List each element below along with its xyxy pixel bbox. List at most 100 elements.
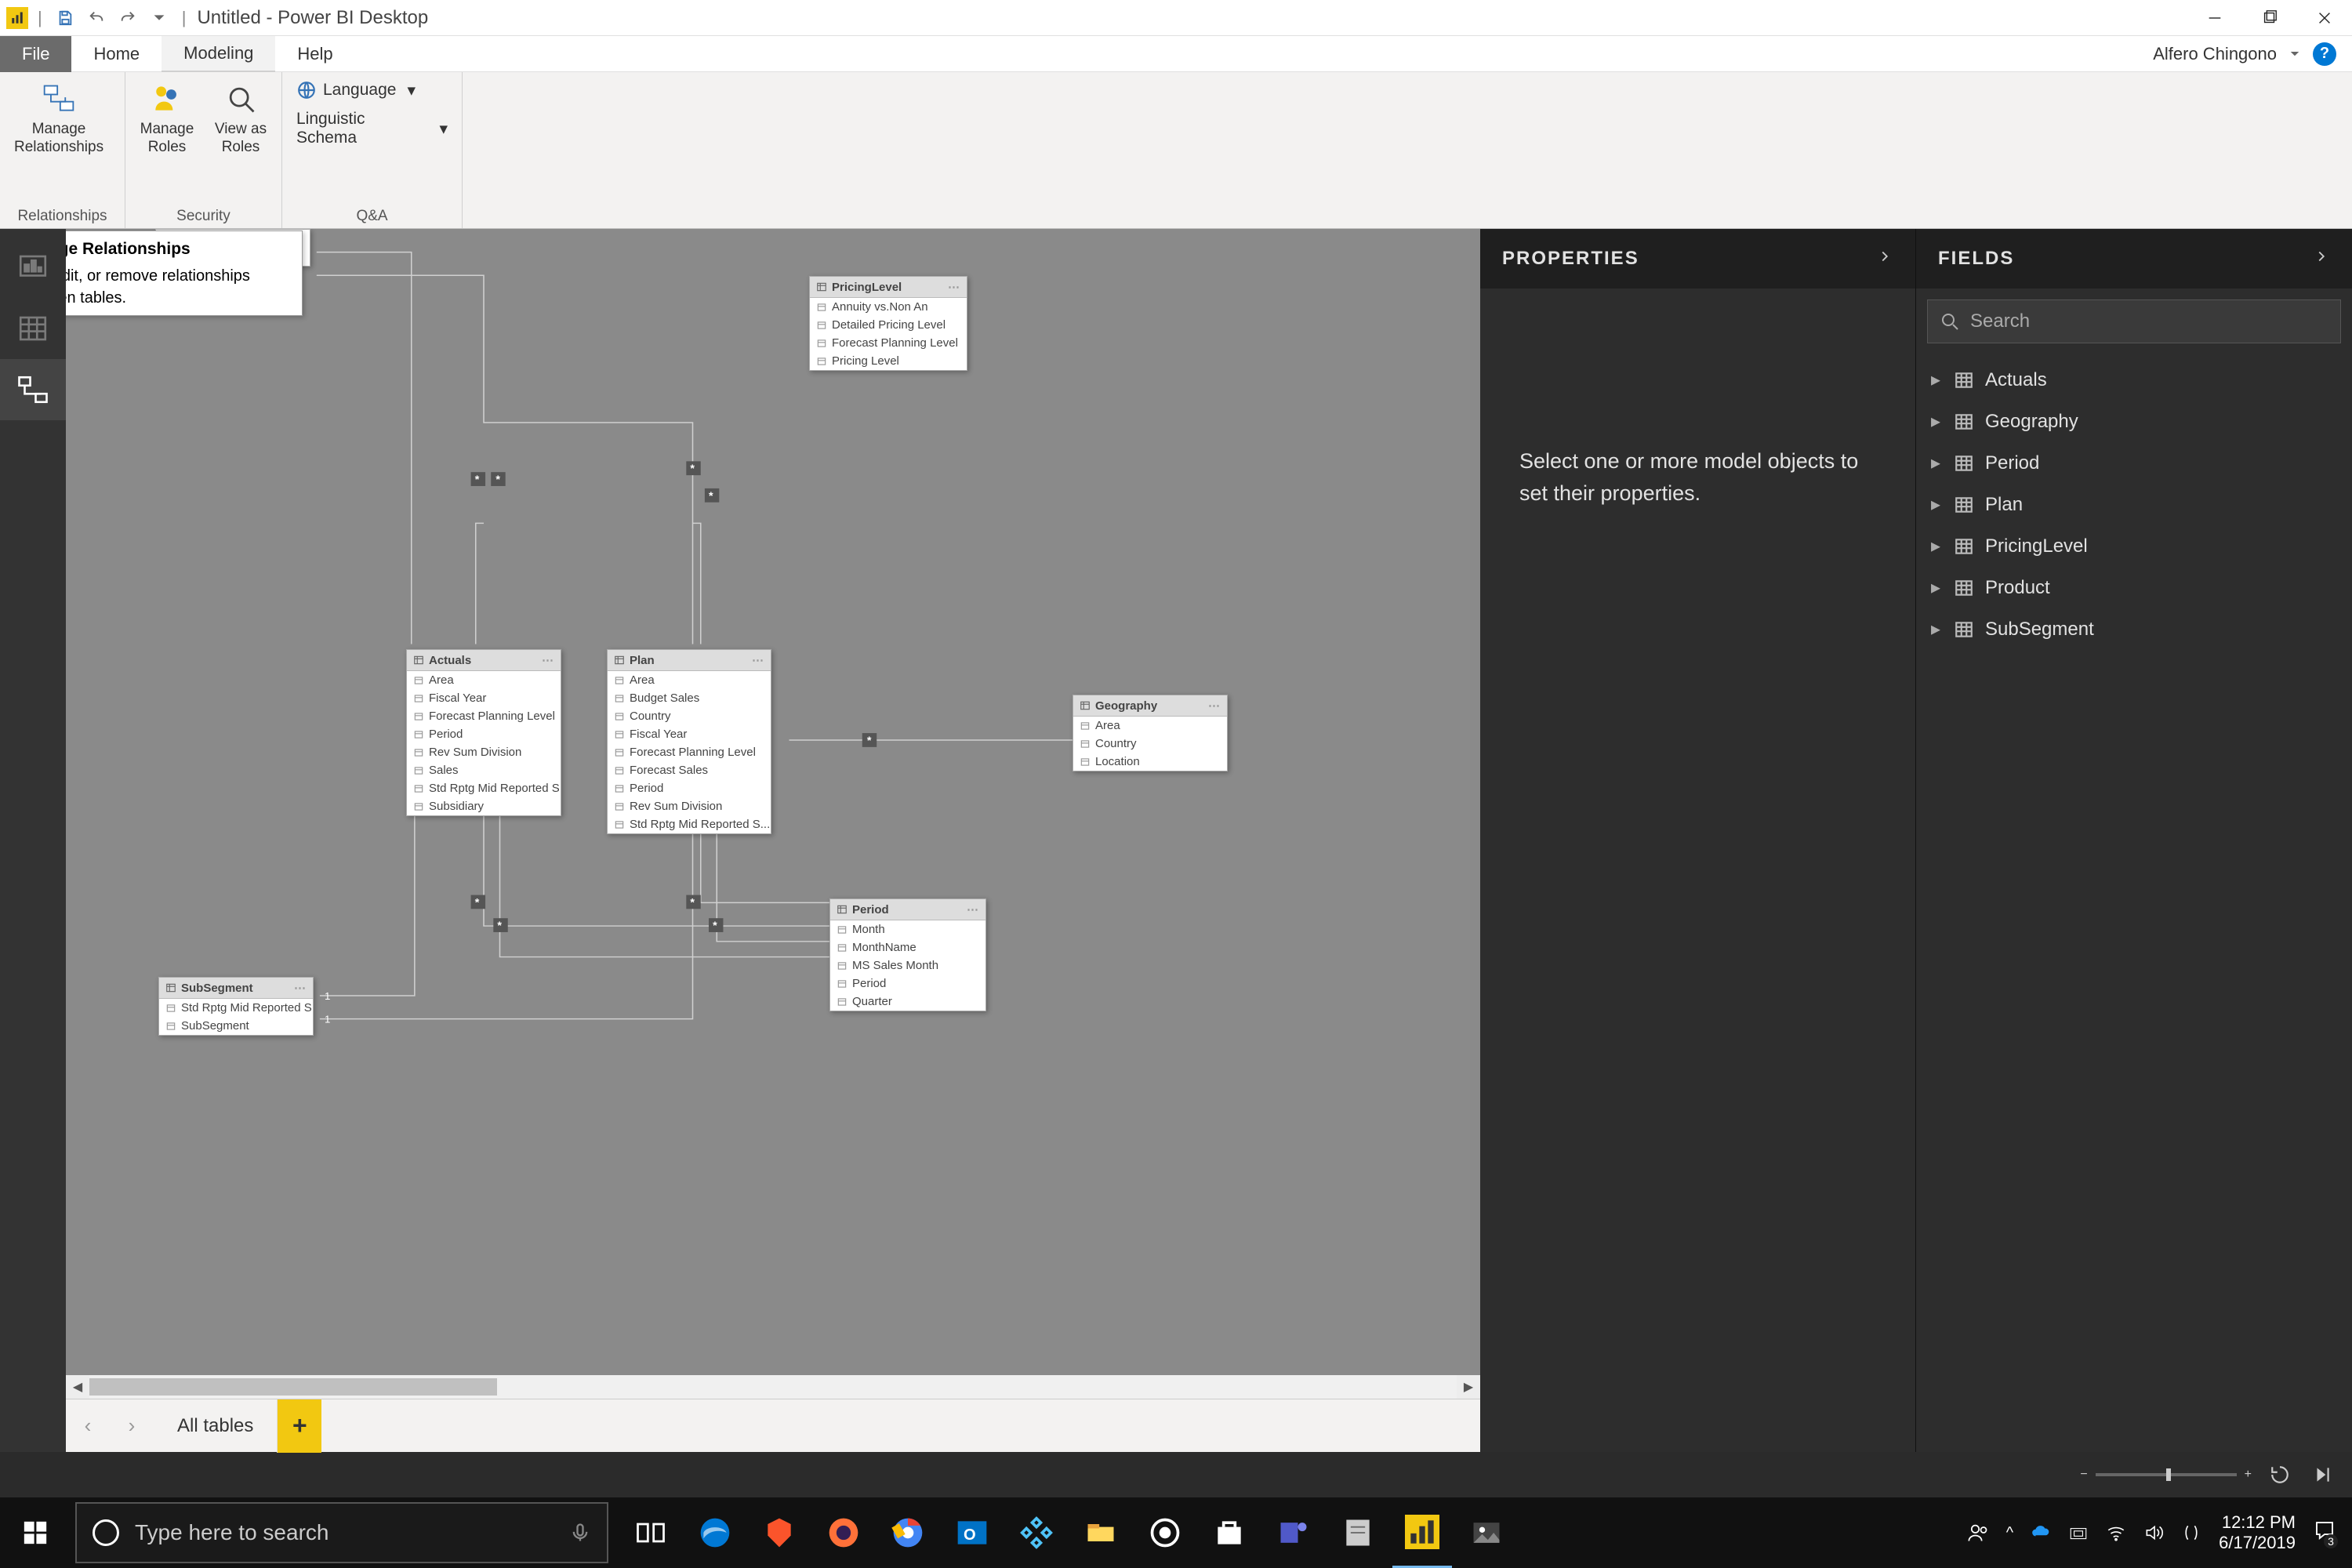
chrome-icon[interactable]	[878, 1497, 938, 1568]
table-PricingLevel[interactable]: PricingLevel⋯Annuity vs.Non AnDetailed P…	[809, 276, 967, 371]
menu-tabs: File Home Modeling Help Alfero Chingono …	[0, 36, 2352, 72]
mic-icon[interactable]	[569, 1522, 591, 1544]
view-as-roles-button[interactable]: View as Roles	[207, 77, 274, 160]
app-generic-icon[interactable]	[1007, 1497, 1066, 1568]
qat-customize[interactable]	[146, 5, 172, 31]
input-icon[interactable]	[2181, 1523, 2201, 1543]
tab-home[interactable]: Home	[71, 36, 162, 72]
onedrive-icon[interactable]	[2031, 1523, 2051, 1543]
ribbon-group-relationships: Relationships	[0, 205, 125, 228]
fields-panel: FIELDS Search ▸Actuals▸Geography▸Period▸…	[1916, 229, 2352, 1452]
reset-zoom-button[interactable]	[2266, 1461, 2294, 1489]
field-table-geography[interactable]: ▸Geography	[1924, 401, 2344, 442]
titlebar: | | Untitled - Power BI Desktop	[0, 0, 2352, 36]
settings-icon[interactable]	[1135, 1497, 1195, 1568]
field-table-period[interactable]: ▸Period	[1924, 442, 2344, 484]
svg-text:*: *	[690, 896, 695, 909]
wifi-icon[interactable]	[2106, 1523, 2126, 1543]
people-icon[interactable]	[1967, 1522, 1989, 1544]
app-logo	[6, 7, 28, 29]
field-table-pricinglevel[interactable]: ▸PricingLevel	[1924, 525, 2344, 567]
table-Period[interactable]: Period⋯MonthMonthNameMS Sales MonthPerio…	[829, 898, 986, 1011]
svg-text:*: *	[475, 896, 480, 909]
help-button[interactable]: ?	[2313, 42, 2336, 66]
fit-to-screen-button[interactable]	[2308, 1461, 2336, 1489]
field-table-plan[interactable]: ▸Plan	[1924, 484, 2344, 525]
manage-relationships-button[interactable]: Manage Relationships	[8, 77, 110, 160]
close-button[interactable]	[2297, 0, 2352, 36]
fields-header[interactable]: FIELDS	[1916, 229, 2352, 289]
firefox-icon[interactable]	[814, 1497, 873, 1568]
data-view-button[interactable]	[0, 298, 66, 359]
svg-text:*: *	[709, 489, 713, 502]
table-Plan[interactable]: Plan⋯AreaBudget SalesCountryFiscal YearF…	[607, 649, 771, 834]
collapse-icon[interactable]	[1876, 248, 1893, 270]
taskbar-clock[interactable]: 12:12 PM 6/17/2019	[2219, 1512, 2296, 1554]
language-dropdown[interactable]: Language ▾	[292, 77, 452, 103]
edge-icon[interactable]	[685, 1497, 745, 1568]
properties-header[interactable]: PROPERTIES	[1480, 229, 1915, 289]
user-chevron-icon[interactable]	[2288, 47, 2302, 61]
svg-text:*: *	[497, 919, 502, 931]
qat-divider: |	[38, 8, 42, 28]
tab-next[interactable]: ›	[110, 1399, 154, 1453]
tab-all-tables[interactable]: All tables	[154, 1399, 278, 1453]
field-table-actuals[interactable]: ▸Actuals	[1924, 359, 2344, 401]
tab-prev[interactable]: ‹	[66, 1399, 110, 1453]
properties-empty-message: Select one or more model objects to set …	[1502, 445, 1893, 509]
svg-text:O: O	[964, 1526, 976, 1544]
store-icon[interactable]	[1200, 1497, 1259, 1568]
model-canvas[interactable]: Manage Relationships Add, edit, or remov…	[66, 229, 1480, 1375]
fields-search[interactable]: Search	[1927, 299, 2341, 343]
maximize-button[interactable]	[2242, 0, 2297, 36]
redo-button[interactable]	[114, 5, 141, 31]
scroll-left-icon[interactable]: ◀	[66, 1375, 89, 1399]
svg-text:*: *	[713, 919, 717, 931]
ribbon-group-security: Security	[125, 205, 281, 228]
relationship-lines: * * * * * * * * * 111 11 11	[66, 229, 1480, 1375]
model-view-button[interactable]	[0, 359, 66, 420]
file-explorer-icon[interactable]	[1071, 1497, 1131, 1568]
save-button[interactable]	[52, 5, 78, 31]
photos-icon[interactable]	[1457, 1497, 1516, 1568]
ribbon: Manage Relationships Relationships Manag…	[0, 72, 2352, 229]
zoom-control[interactable]: − +	[2080, 1468, 2252, 1482]
start-button[interactable]	[0, 1497, 71, 1568]
minimize-button[interactable]	[2187, 0, 2242, 36]
search-placeholder: Search	[1970, 310, 2030, 332]
ribbon-group-qa: Q&A	[282, 205, 462, 228]
table-SubSegment[interactable]: SubSegment⋯Std Rptg Mid Reported S...Sub…	[158, 977, 314, 1036]
undo-button[interactable]	[83, 5, 110, 31]
title-divider: |	[182, 8, 187, 28]
notes-icon[interactable]	[1328, 1497, 1388, 1568]
brave-icon[interactable]	[750, 1497, 809, 1568]
tray-chevron-icon[interactable]: ^	[2006, 1524, 2013, 1542]
manage-roles-button[interactable]: Manage Roles	[133, 77, 201, 160]
tab-modeling[interactable]: Modeling	[162, 36, 275, 72]
table-Actuals[interactable]: Actuals⋯AreaFiscal YearForecast Planning…	[406, 649, 561, 816]
scroll-right-icon[interactable]: ▶	[1457, 1375, 1480, 1399]
field-table-subsegment[interactable]: ▸SubSegment	[1924, 608, 2344, 650]
tab-help[interactable]: Help	[275, 36, 354, 72]
properties-panel: PROPERTIES Select one or more model obje…	[1480, 229, 1916, 1452]
field-table-product[interactable]: ▸Product	[1924, 567, 2344, 608]
report-view-button[interactable]	[0, 237, 66, 298]
notifications-icon[interactable]: 3	[2313, 1519, 2336, 1547]
svg-text:*: *	[867, 734, 872, 746]
add-tab-button[interactable]: +	[278, 1399, 321, 1453]
taskbar-search[interactable]: Type here to search	[75, 1502, 608, 1563]
table-Geography[interactable]: Geography⋯AreaCountryLocation	[1073, 695, 1228, 771]
teams-icon[interactable]	[1264, 1497, 1323, 1568]
window-title: Untitled - Power BI Desktop	[197, 7, 428, 29]
task-view-icon[interactable]	[621, 1497, 681, 1568]
collapse-icon[interactable]	[2313, 248, 2330, 270]
linguistic-schema-dropdown[interactable]: Linguistic Schema ▾	[292, 107, 452, 151]
volume-icon[interactable]	[2143, 1523, 2164, 1543]
powerbi-taskbar-icon[interactable]	[1392, 1497, 1452, 1568]
diagram-tabs: ‹ › All tables +	[66, 1399, 1480, 1452]
canvas-hscrollbar[interactable]: ◀ ▶	[66, 1375, 1480, 1399]
tab-file[interactable]: File	[0, 36, 71, 72]
tooltip-manage-relationships: Manage Relationships Add, edit, or remov…	[66, 230, 303, 316]
user-name[interactable]: Alfero Chingono	[2153, 44, 2277, 64]
outlook-icon[interactable]: O	[942, 1497, 1002, 1568]
